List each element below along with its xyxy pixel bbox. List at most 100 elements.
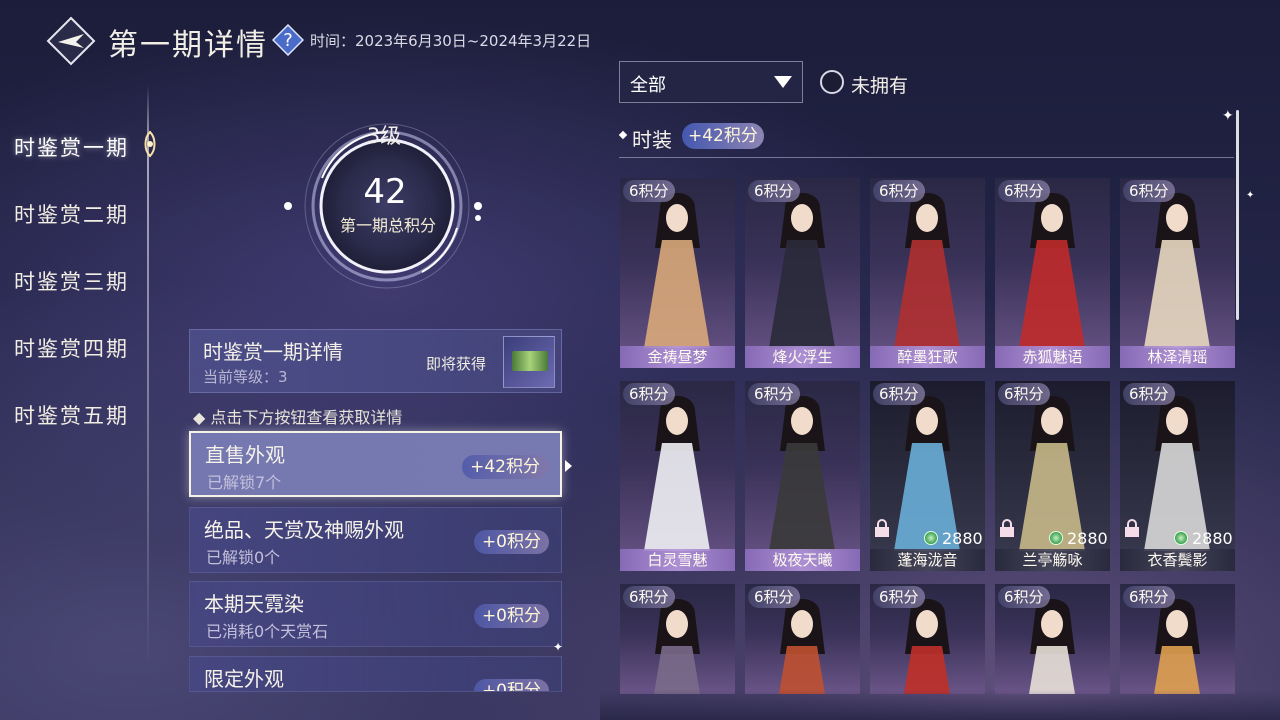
question-icon: ? (271, 23, 305, 57)
lock-icon (875, 519, 889, 537)
outfit-points-badge: 6积分 (748, 383, 800, 405)
row-points-badge: +42积分 (462, 455, 548, 479)
outfit-name: 极夜天曦 (745, 549, 860, 571)
outfit-price: 2880 (942, 529, 983, 548)
time-range: 时间：2023年6月30日~2024年3月22日 (310, 32, 592, 50)
section-divider (619, 157, 1234, 158)
tab-period-1[interactable]: 时鉴赏一期 (14, 132, 129, 162)
outfit-figure-icon (644, 396, 710, 551)
jade-currency-icon (924, 531, 938, 545)
tab-divider (147, 85, 149, 665)
section-bullet-icon (618, 130, 628, 140)
sparkle-icon: ✦ (1246, 190, 1255, 201)
outfit-name: 金祷昼梦 (620, 346, 735, 368)
outfit-points-badge: 6积分 (873, 586, 925, 608)
outfit-name: 林泽清瑶 (1120, 346, 1235, 368)
outfit-card[interactable]: 6积分烽火浮生 (745, 178, 860, 368)
upcoming-reward-thumbnail[interactable] (503, 336, 555, 388)
row-subtitle: 已解锁7个 (207, 473, 282, 492)
outfit-points-badge: 6积分 (1123, 586, 1175, 608)
outfit-card[interactable]: 6积分 (995, 584, 1110, 694)
outfit-card[interactable]: 6积分 2880 衣香鬓影 (1120, 381, 1235, 571)
outfit-card[interactable]: 6积分林泽清瑶 (1120, 178, 1235, 368)
tab-period-3[interactable]: 时鉴赏三期 (14, 266, 129, 296)
outfit-points-badge: 6积分 (998, 180, 1050, 202)
row-direct-sale[interactable]: 直售外观 已解锁7个 +42积分 (189, 431, 562, 497)
tab-period-4[interactable]: 时鉴赏四期 (14, 333, 129, 363)
outfit-name: 醉墨狂歌 (870, 346, 985, 368)
row-points-badge: +0积分 (473, 530, 549, 554)
reward-image-icon (512, 351, 548, 371)
row-points-badge: +0积分 (473, 604, 549, 628)
outfit-points-badge: 6积分 (623, 180, 675, 202)
outfit-figure-icon (1019, 193, 1085, 348)
row-title: 绝品、天赏及神赐外观 (204, 518, 404, 542)
row-dye[interactable]: 本期天霓染 已消耗0个天赏石 +0积分 (189, 581, 562, 647)
filter-value: 全部 (630, 75, 666, 96)
outfit-points-badge: 6积分 (748, 180, 800, 202)
row-title: 本期天霓染 (204, 592, 304, 616)
row-title: 直售外观 (205, 443, 285, 467)
outfit-name: 兰亭觞咏 (995, 549, 1110, 571)
upcoming-reward-label: 即将获得 (426, 355, 487, 373)
back-button[interactable] (46, 16, 96, 66)
page-title: 第一期详情 (108, 28, 268, 63)
outfit-points-badge: 6积分 (623, 586, 675, 608)
level-label: 3级 (366, 124, 402, 148)
outfit-card[interactable]: 6积分 (870, 584, 985, 694)
diamond-bullet-icon: ◆ (193, 408, 211, 427)
caret-down-icon (774, 76, 792, 88)
outfit-card[interactable]: 6积分金祷昼梦 (620, 178, 735, 368)
help-button[interactable]: ? (271, 23, 305, 57)
outfit-card[interactable]: 6积分 2880 蓬海泷音 (870, 381, 985, 571)
outfit-card[interactable]: 6积分 (620, 584, 735, 694)
back-arrow-icon (46, 16, 96, 66)
jade-currency-icon (1174, 531, 1188, 545)
sparkle-icon: ✦ (553, 640, 564, 654)
tab-period-5[interactable]: 时鉴赏五期 (14, 400, 129, 430)
jade-currency-icon (1049, 531, 1063, 545)
current-level-text: 当前等级：3 (203, 368, 288, 386)
outfit-card[interactable]: 6积分极夜天曦 (745, 381, 860, 571)
section-points-badge: +42积分 (682, 123, 764, 149)
outfit-points-badge: 6积分 (998, 586, 1050, 608)
outfit-card[interactable]: 6积分 (745, 584, 860, 694)
outfit-card[interactable]: 6积分 2880 兰亭觞咏 (995, 381, 1110, 571)
outfit-name: 衣香鬓影 (1120, 549, 1235, 571)
total-score-label: 第一期总积分 (339, 216, 436, 235)
outfit-card[interactable]: 6积分赤狐魅语 (995, 178, 1110, 368)
not-owned-label[interactable]: 未拥有 (851, 71, 908, 98)
outfit-figure-icon (894, 193, 960, 348)
scrollbar[interactable] (1236, 110, 1239, 320)
row-limited-outfits[interactable]: 限定外观 +0积分 (189, 656, 562, 692)
outfit-points-badge: 6积分 (998, 383, 1050, 405)
row-title: 限定外观 (204, 667, 284, 691)
outfit-figure-icon (1144, 193, 1210, 348)
outfit-card[interactable]: 6积分 (1120, 584, 1235, 694)
outfit-figure-icon (769, 396, 835, 551)
outfit-points-badge: 6积分 (623, 383, 675, 405)
row-points-badge: +0积分 (473, 679, 549, 691)
outfit-points-badge: 6积分 (748, 586, 800, 608)
outfit-name: 蓬海泷音 (870, 549, 985, 571)
hint-text: ◆ 点击下方按钮查看获取详情 (193, 404, 402, 428)
outfit-name: 赤狐魅语 (995, 346, 1110, 368)
lock-icon (1125, 519, 1139, 537)
selected-arrow-icon (565, 460, 572, 472)
active-tab-marker-icon (138, 130, 162, 158)
outfit-figure-icon (644, 193, 710, 348)
bottom-fade (600, 690, 1280, 720)
outfit-name: 烽火浮生 (745, 346, 860, 368)
row-subtitle: 已解锁0个 (206, 548, 281, 567)
outfit-points-badge: 6积分 (1123, 180, 1175, 202)
outfit-card[interactable]: 6积分 醉墨狂歌 (870, 178, 985, 368)
tab-period-2[interactable]: 时鉴赏二期 (14, 199, 129, 229)
row-premium-outfits[interactable]: 绝品、天赏及神赐外观 已解锁0个 +0积分 (189, 507, 562, 573)
not-owned-radio[interactable] (820, 70, 844, 94)
sparkle-icon: ✦ (1222, 108, 1234, 124)
total-score: 42 (363, 172, 407, 212)
outfit-card[interactable]: 6积分 白灵雪魅 (620, 381, 735, 571)
outfit-points-badge: 6积分 (873, 383, 925, 405)
outfit-points-badge: 6积分 (1123, 383, 1175, 405)
hint-label: 点击下方按钮查看获取详情 (210, 408, 403, 427)
